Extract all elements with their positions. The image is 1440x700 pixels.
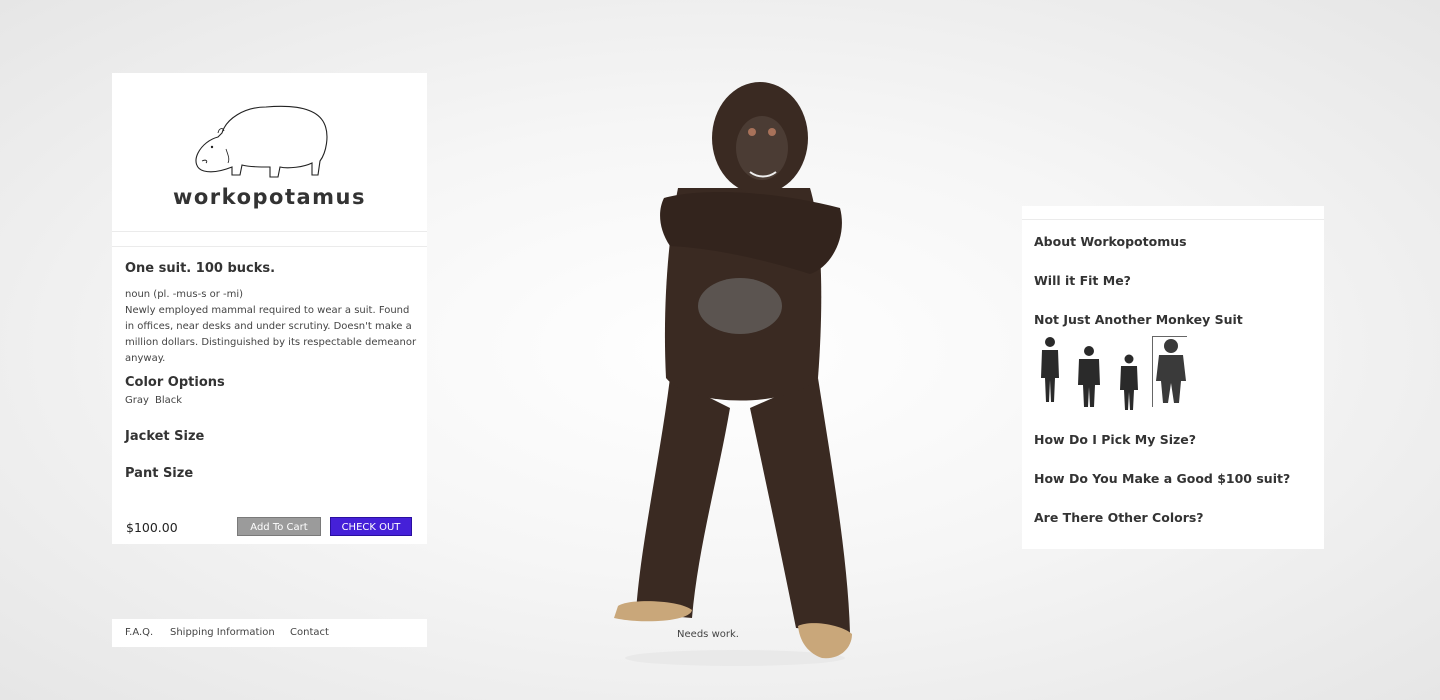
- definition-pronunciation: noun (pl. -mus-s or -mi): [125, 289, 244, 300]
- pant-size-title[interactable]: Pant Size: [125, 466, 193, 481]
- product-panel: workopotamus One suit. 100 bucks. noun (…: [112, 73, 427, 544]
- info-link-monkey-suit[interactable]: Not Just Another Monkey Suit: [1034, 312, 1243, 327]
- price: $100.00: [126, 520, 178, 535]
- add-to-cart-button[interactable]: Add To Cart: [237, 517, 321, 536]
- product-headline: One suit. 100 bucks.: [125, 261, 276, 276]
- logo[interactable]: workopotamus: [112, 73, 427, 231]
- hippo-logo-icon: [195, 105, 328, 178]
- silhouette-man-1-icon[interactable]: [1038, 336, 1062, 406]
- footer-link-shipping[interactable]: Shipping Information: [170, 627, 275, 638]
- info-link-pick-size[interactable]: How Do I Pick My Size?: [1034, 432, 1196, 447]
- jacket-size-title[interactable]: Jacket Size: [125, 429, 204, 444]
- info-link-make-suit[interactable]: How Do You Make a Good $100 suit?: [1034, 471, 1290, 486]
- brand-name: workopotamus: [172, 185, 366, 209]
- info-panel: About Workopotomus Will it Fit Me? Not J…: [1022, 206, 1324, 549]
- color-options-title: Color Options: [125, 375, 225, 390]
- definition-body: Newly employed mammal required to wear a…: [125, 305, 417, 364]
- footer-link-contact[interactable]: Contact: [290, 627, 329, 638]
- divider: [1022, 219, 1324, 220]
- info-link-about[interactable]: About Workopotomus: [1034, 234, 1187, 249]
- color-option-gray[interactable]: Gray: [125, 395, 149, 406]
- divider: [112, 231, 427, 232]
- divider: [112, 246, 427, 247]
- color-option-black[interactable]: Black: [155, 395, 182, 406]
- silhouette-man-3-icon[interactable]: [1118, 348, 1140, 418]
- silhouette-gorilla-icon[interactable]: [1152, 336, 1187, 407]
- info-link-fit[interactable]: Will it Fit Me?: [1034, 273, 1131, 288]
- image-caption: Needs work.: [677, 629, 739, 640]
- info-link-other-colors[interactable]: Are There Other Colors?: [1034, 510, 1204, 525]
- gorilla-suit-image: [614, 82, 852, 666]
- footer-link-faq[interactable]: F.A.Q.: [125, 627, 153, 638]
- checkout-button[interactable]: CHECK OUT: [330, 517, 412, 536]
- footer-nav: F.A.Q. Shipping Information Contact: [112, 619, 427, 647]
- silhouette-man-2-icon[interactable]: [1076, 342, 1102, 412]
